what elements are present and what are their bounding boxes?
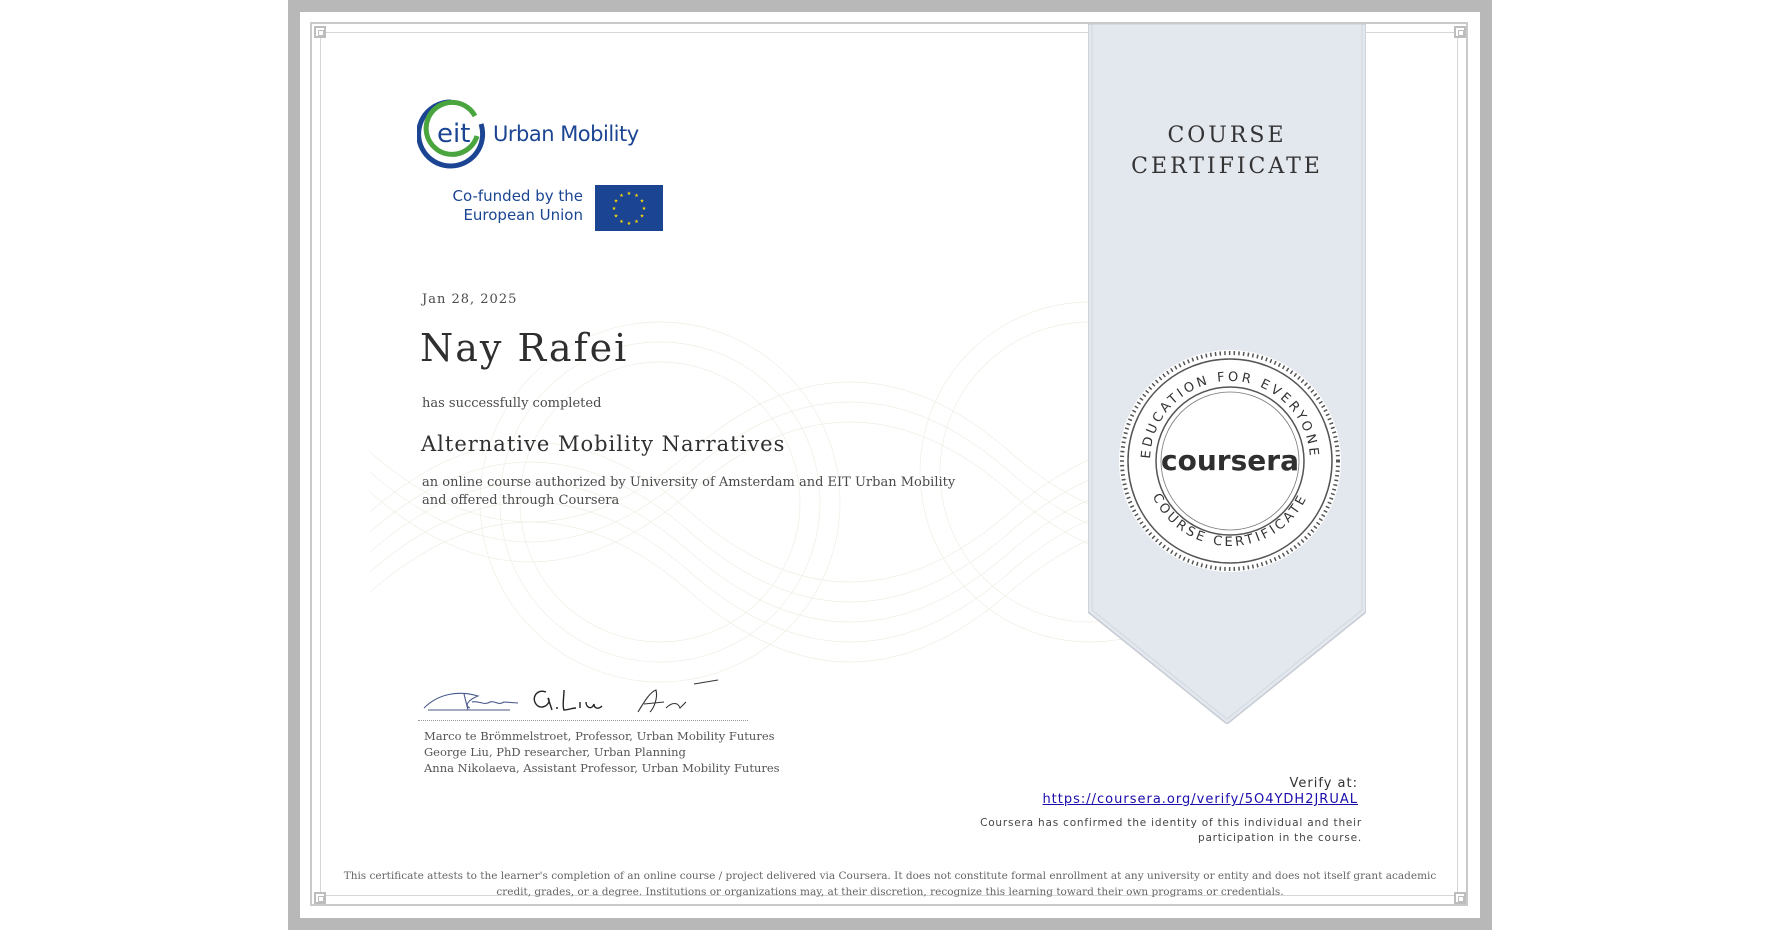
svg-text:★: ★ [612,206,617,212]
signers-list: Marco te Brömmelstroet, Professor, Urban… [424,728,780,776]
eu-cofunded-text: Co-funded by the European Union [452,187,583,224]
svg-text:★: ★ [614,214,619,220]
svg-text:★: ★ [627,221,632,227]
svg-text:★: ★ [642,206,647,212]
svg-text:★: ★ [634,193,639,199]
course-description: an online course authorized by Universit… [422,475,956,508]
course-title: Alternative Mobility Narratives [421,432,786,456]
completed-text: has successfully completed [422,396,602,411]
certificate-sheet: COURSE CERTIFICATE EDUCATION FOR EVERYON… [288,0,1492,930]
corner-ornament [1454,892,1466,904]
svg-text:★: ★ [640,199,645,205]
verify-label: Verify at: [1289,776,1358,791]
signer-name: Anna Nikolaeva, Assistant Professor, Urb… [424,761,780,775]
certificate-page: COURSE CERTIFICATE EDUCATION FOR EVERYON… [300,12,1480,918]
signer-name: Marco te Brömmelstroet, Professor, Urban… [424,729,775,743]
issue-date: Jan 28, 2025 [422,292,518,307]
seal-brand: coursera [1161,444,1299,477]
svg-text:★: ★ [619,219,624,225]
certificate-disclaimer: This certificate attests to the learner'… [343,870,1437,898]
identity-note: Coursera has confirmed the identity of t… [980,817,1362,844]
svg-text:eit: eit [437,119,470,149]
svg-text:★: ★ [614,199,619,205]
svg-text:★: ★ [634,219,639,225]
eit-urban-mobility-logo: eit Urban Mobility [416,98,667,175]
corner-ornament [1454,26,1466,38]
svg-text:★: ★ [640,214,645,220]
corner-ornament [314,26,326,38]
coursera-seal: EDUCATION FOR EVERYONE COURSE CERTIFICAT… [1119,350,1341,572]
svg-text:★: ★ [619,193,624,199]
verify-block: Verify at: https://coursera.org/verify/5… [1042,776,1358,807]
ribbon-title: COURSE CERTIFICATE [1131,123,1323,179]
eit-logo-icon: eit Urban Mobility [416,99,639,169]
recipient-name: Nay Rafei [420,326,629,370]
svg-text:Urban Mobility: Urban Mobility [493,122,639,146]
eu-flag-icon: ★ ★ ★ ★ ★ ★ ★ ★ ★ ★ ★ ★ [595,185,663,231]
svg-text:★: ★ [627,191,632,197]
signer-name: George Liu, PhD researcher, Urban Planni… [424,745,686,759]
signatures-image [423,679,719,713]
corner-ornament [314,892,326,904]
signature-line [418,720,748,721]
verify-link[interactable]: https://coursera.org/verify/5O4YDH2JRUAL [1042,792,1358,807]
